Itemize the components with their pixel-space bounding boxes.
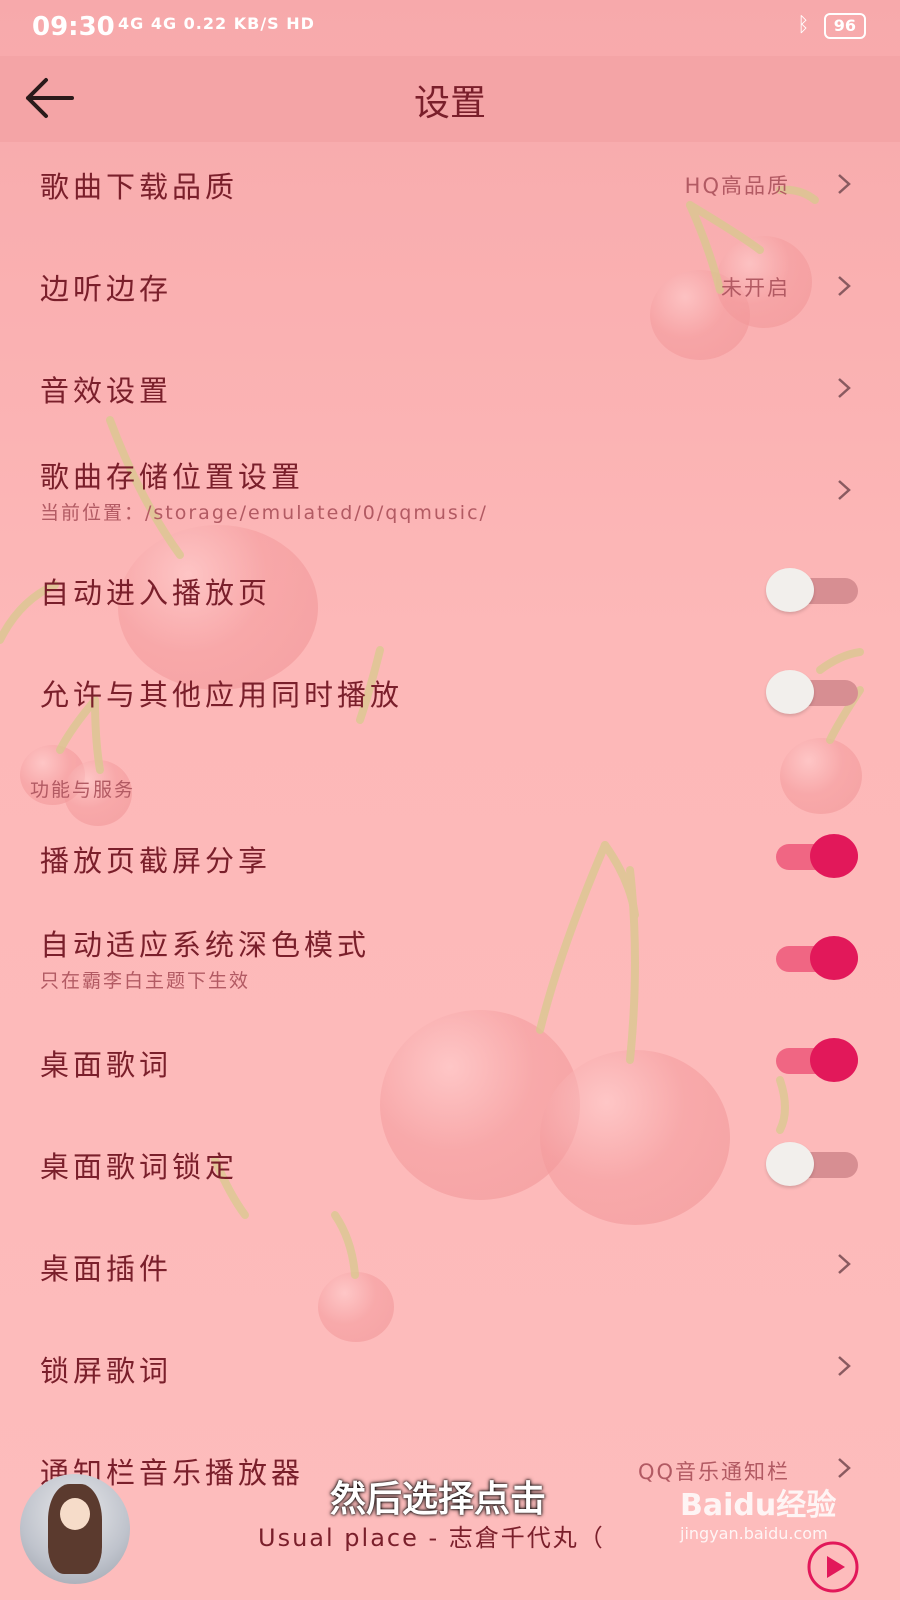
setting-lyrics-lock: 桌面歌词锁定 — [0, 1112, 900, 1216]
auto-player-page-toggle[interactable] — [766, 568, 858, 612]
setting-screenshot-share: 播放页截屏分享 — [0, 806, 900, 910]
setting-subtitle: 当前位置：/storage/emulated/0/qqmusic/ — [40, 502, 488, 524]
status-right: ᛒ 96 — [797, 12, 866, 39]
desktop-lyrics-toggle[interactable] — [766, 1038, 858, 1082]
screenshot-share-toggle[interactable] — [766, 834, 858, 878]
mix-playback-toggle[interactable] — [766, 670, 858, 714]
chevron-right-icon — [838, 174, 851, 194]
setting-value: HQ高品质 — [684, 174, 790, 198]
chevron-right-icon — [838, 1254, 851, 1274]
setting-label: 边听边存 — [40, 272, 173, 306]
setting-desktop-lyrics: 桌面歌词 — [0, 1010, 900, 1114]
battery-icon: 96 — [823, 13, 866, 39]
dark-mode-toggle[interactable] — [766, 936, 858, 980]
setting-label: 桌面歌词锁定 — [40, 1150, 239, 1184]
setting-storage-location[interactable]: 歌曲存储位置设置 当前位置：/storage/emulated/0/qqmusi… — [0, 440, 900, 544]
chevron-right-icon — [838, 276, 851, 296]
setting-subtitle: 只在霸李白主题下生效 — [40, 970, 251, 992]
setting-lockscreen-lyrics[interactable]: 锁屏歌词 — [0, 1316, 900, 1420]
setting-value: 未开启 — [721, 276, 790, 300]
setting-mix-playback: 允许与其他应用同时播放 — [0, 640, 900, 744]
album-cover[interactable] — [20, 1474, 130, 1584]
video-caption: 然后选择点击 — [330, 1479, 547, 1520]
setting-label: 音效设置 — [40, 374, 173, 408]
setting-label: 自动适应系统深色模式 — [40, 928, 371, 962]
section-header-features: 功能与服务 — [30, 779, 136, 801]
setting-dark-mode: 自动适应系统深色模式 只在霸李白主题下生效 — [0, 908, 900, 1012]
play-icon[interactable] — [806, 1540, 860, 1594]
toggle-knob — [766, 568, 814, 612]
setting-label: 桌面歌词 — [40, 1048, 173, 1082]
baidu-watermark: Baidu经验 jingyan.baidu.com — [680, 1480, 836, 1543]
chevron-right-icon — [838, 480, 851, 500]
setting-label: 允许与其他应用同时播放 — [40, 678, 404, 712]
chevron-right-icon — [838, 1356, 851, 1376]
status-time: 09:30 — [32, 12, 115, 42]
setting-label: 歌曲下载品质 — [40, 170, 239, 204]
network-status: 4G 4G 0.22 KB/S HD — [118, 14, 315, 33]
bluetooth-icon: ᛒ — [797, 12, 810, 36]
now-playing-title: Usual place - 志倉千代丸（ — [258, 1524, 605, 1552]
watermark-sub: jingyan.baidu.com — [680, 1524, 828, 1543]
toggle-knob — [766, 1142, 814, 1186]
toggle-knob — [810, 834, 858, 878]
status-bar: 09:30 4G 4G 0.22 KB/S HD ᛒ 96 — [0, 0, 900, 56]
page-title: 设置 — [413, 83, 486, 124]
toggle-knob — [810, 1038, 858, 1082]
setting-sound-effects[interactable]: 音效设置 — [0, 338, 900, 442]
setting-label: 歌曲存储位置设置 — [40, 460, 305, 494]
setting-auto-player-page: 自动进入播放页 — [0, 538, 900, 642]
setting-label: 锁屏歌词 — [40, 1354, 173, 1388]
toggle-knob — [766, 670, 814, 714]
setting-listen-and-save[interactable]: 边听边存 未开启 — [0, 236, 900, 340]
setting-label: 播放页截屏分享 — [40, 844, 272, 878]
setting-download-quality[interactable]: 歌曲下载品质 HQ高品质 — [0, 134, 900, 238]
setting-label: 桌面插件 — [40, 1252, 173, 1286]
lyrics-lock-toggle[interactable] — [766, 1142, 858, 1186]
setting-desktop-widget[interactable]: 桌面插件 — [0, 1214, 900, 1318]
toggle-knob — [810, 936, 858, 980]
chevron-right-icon — [838, 378, 851, 398]
title-bar: 设置 — [0, 56, 900, 142]
setting-label: 自动进入播放页 — [40, 576, 272, 610]
watermark-main: Baidu经验 — [680, 1488, 837, 1523]
album-art-face — [60, 1498, 90, 1530]
